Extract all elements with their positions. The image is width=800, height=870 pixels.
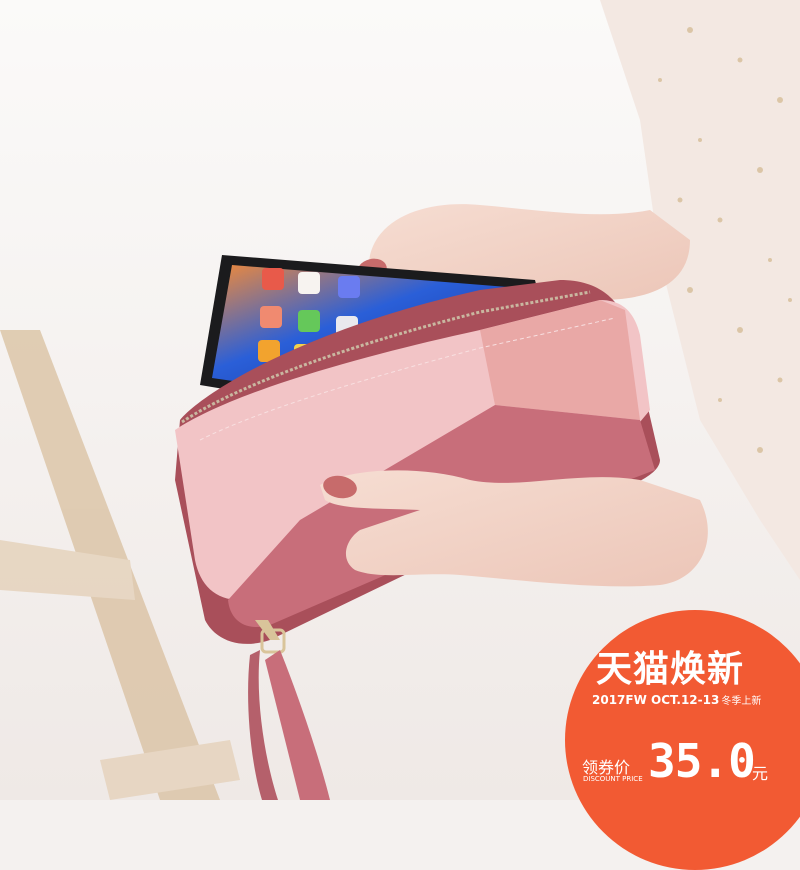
promo-event-line: 2017FW OCT.12-13 冬季上新 (592, 692, 761, 707)
bottom-hand (320, 470, 708, 587)
price-caption: DISCOUNT PRICE (583, 775, 643, 783)
price-value: 35.0 (648, 734, 756, 788)
promo-title: 天猫焕新 (596, 649, 745, 690)
event-date: 2017FW OCT.12-13 (592, 693, 720, 707)
price-currency: 元 (752, 764, 769, 783)
season-label: 冬季上新 (721, 696, 762, 707)
